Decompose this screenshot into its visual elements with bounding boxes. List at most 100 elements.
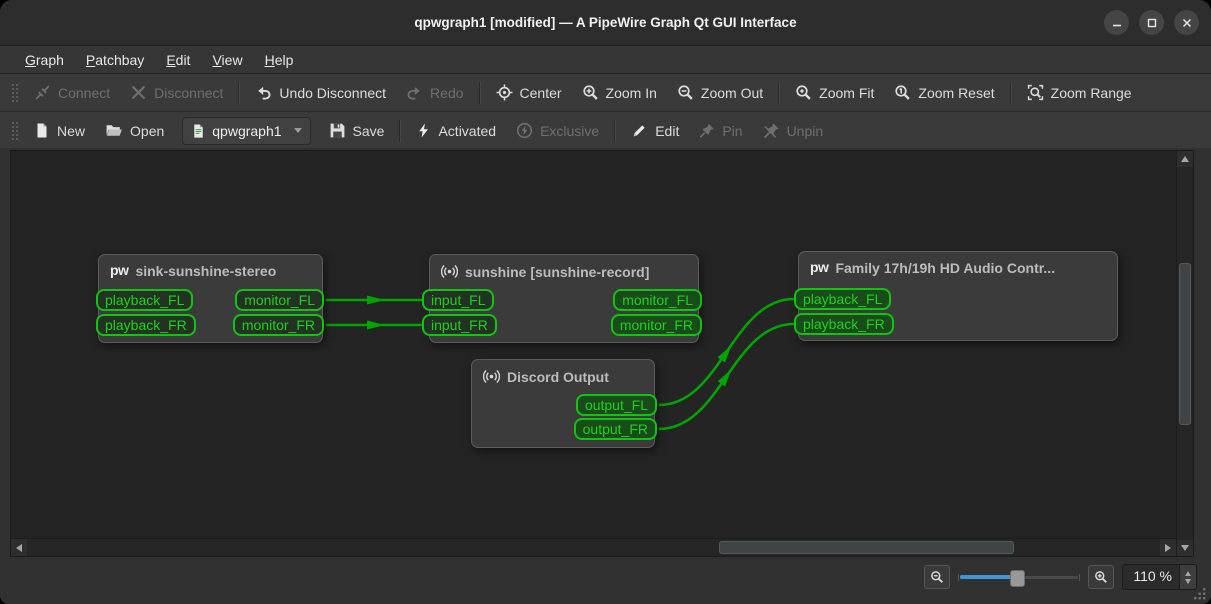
graph-toolbar: Connect Disconnect Undo Disconnect Redo … [0,74,1211,112]
zoom-reset-button[interactable]: Zoom Reset [884,79,1004,107]
zoom-slider[interactable] [958,568,1081,587]
maximize-icon [1147,18,1156,27]
vertical-scrollbar[interactable] [1176,151,1193,556]
resize-grip[interactable] [1193,587,1206,600]
wire-arrowhead [717,345,732,363]
port-playback-fl[interactable]: playback_FL [794,288,892,310]
slider-tick [958,574,960,581]
maximize-button[interactable] [1139,10,1164,35]
new-button[interactable]: New [24,117,95,145]
scroll-left-button[interactable] [11,539,27,556]
port-output-fl[interactable]: output_FL [575,394,657,416]
port-monitor-fl[interactable]: monitor_FL [613,289,702,311]
undo-icon [258,86,271,100]
media-node-icon [441,265,458,278]
menubar: Graph Patchbay Edit View Help [0,46,1211,74]
exclusive-icon [516,122,533,139]
zoom-in-button[interactable]: Zoom In [572,79,667,107]
unpin-icon [763,123,779,139]
new-file-icon [37,123,47,138]
unpin-button[interactable]: Unpin [753,117,834,145]
window-title: qpwgraph1 [modified] — A PipeWire Graph … [414,15,797,30]
toolbar-separator [778,81,781,104]
horizontal-scrollbar[interactable] [11,538,1176,556]
port-monitor-fr[interactable]: monitor_FR [232,314,324,336]
arrow-left-icon [16,543,22,552]
node-title: sunshine [sunshine-record] [465,263,650,280]
menu-help[interactable]: Help [254,48,305,72]
port-playback-fr[interactable]: playback_FR [794,313,894,335]
pin-icon [700,123,715,138]
wire-arrowhead [367,295,385,305]
zoom-range-button[interactable]: Zoom Range [1017,79,1142,107]
save-button[interactable]: Save [319,117,395,145]
close-button[interactable] [1174,10,1199,35]
menu-view[interactable]: View [201,48,253,72]
zoom-in-icon [1095,571,1108,583]
redo-button[interactable]: Redo [396,79,473,107]
scroll-right-button[interactable] [1160,539,1176,556]
vertical-scrollbar-thumb[interactable] [1179,263,1191,425]
close-icon [1182,18,1191,27]
port-monitor-fr[interactable]: monitor_FR [610,314,702,336]
toolbar-drag-handle[interactable] [10,119,18,142]
zoom-value: 110 % [1133,568,1172,584]
minimize-button[interactable] [1104,10,1129,35]
zoom-out-mini-button[interactable] [924,565,951,589]
zoom-range-icon [1027,84,1043,101]
slider-tick [1079,574,1081,581]
open-button[interactable]: Open [95,117,174,145]
arrow-down-icon [1181,545,1189,551]
menu-edit[interactable]: Edit [155,48,201,72]
toolbar-drag-handle[interactable] [10,81,18,104]
node-title: Discord Output [507,368,609,385]
patchbay-file-icon [194,123,203,138]
toolbar-separator [478,81,481,104]
node-title: Family 17h/19h HD Audio Contr... [835,260,1056,276]
pipewire-icon: pw [110,262,129,278]
scroll-up-button[interactable] [1177,151,1193,167]
spin-down-icon [1185,578,1191,584]
center-icon [496,84,512,101]
menu-graph[interactable]: Graph [14,48,75,72]
port-monitor-fl[interactable]: monitor_FL [235,289,324,311]
zoom-fit-button[interactable]: Zoom Fit [785,79,884,107]
toolbar-separator [238,81,241,104]
zoom-out-button[interactable]: Zoom Out [667,79,773,107]
graph-canvas[interactable]: pw sink-sunshine-stereo playback_FL play… [10,150,1194,557]
toolbar-separator [1009,81,1012,104]
pin-button[interactable]: Pin [689,117,752,145]
connect-button[interactable]: Connect [24,79,120,107]
port-input-fl[interactable]: input_FL [422,289,495,311]
titlebar[interactable]: qpwgraph1 [modified] — A PipeWire Graph … [0,0,1211,46]
pipewire-icon: pw [810,259,829,275]
spin-up-icon [1185,570,1191,576]
port-playback-fl[interactable]: playback_FL [96,289,194,311]
media-node-icon [483,370,500,383]
arrow-right-icon [1165,543,1171,552]
zoom-in-mini-button[interactable] [1088,565,1115,589]
exclusive-button[interactable]: Exclusive [506,117,609,145]
center-button[interactable]: Center [486,79,572,107]
zoom-spinbox[interactable]: 110 % [1122,564,1197,590]
port-input-fr[interactable]: input_FR [422,314,497,336]
edit-icon [633,125,645,137]
port-playback-fr[interactable]: playback_FR [96,314,196,336]
qpwgraph-window: qpwgraph1 [modified] — A PipeWire Graph … [0,0,1211,604]
port-output-fr[interactable]: output_FR [573,418,657,440]
patchbay-toolbar: New Open qpwgraph1 Save Activated Exclus… [0,112,1211,150]
zoom-slider-handle[interactable] [1010,570,1026,587]
scroll-down-button[interactable] [1177,540,1193,556]
edit-button[interactable]: Edit [621,117,689,145]
disconnect-button[interactable]: Disconnect [120,79,233,107]
activated-icon [419,123,429,138]
menu-patchbay[interactable]: Patchbay [75,48,155,72]
horizontal-scrollbar-thumb[interactable] [719,541,1014,554]
wire-arrowhead [717,369,732,387]
patchbay-selector-value: qpwgraph1 [212,122,282,139]
activated-button[interactable]: Activated [406,117,506,145]
patchbay-selector[interactable]: qpwgraph1 [182,116,311,145]
statusbar: 110 % [0,560,1211,604]
undo-button[interactable]: Undo Disconnect [245,79,396,107]
spinbox-arrows[interactable] [1179,565,1196,589]
